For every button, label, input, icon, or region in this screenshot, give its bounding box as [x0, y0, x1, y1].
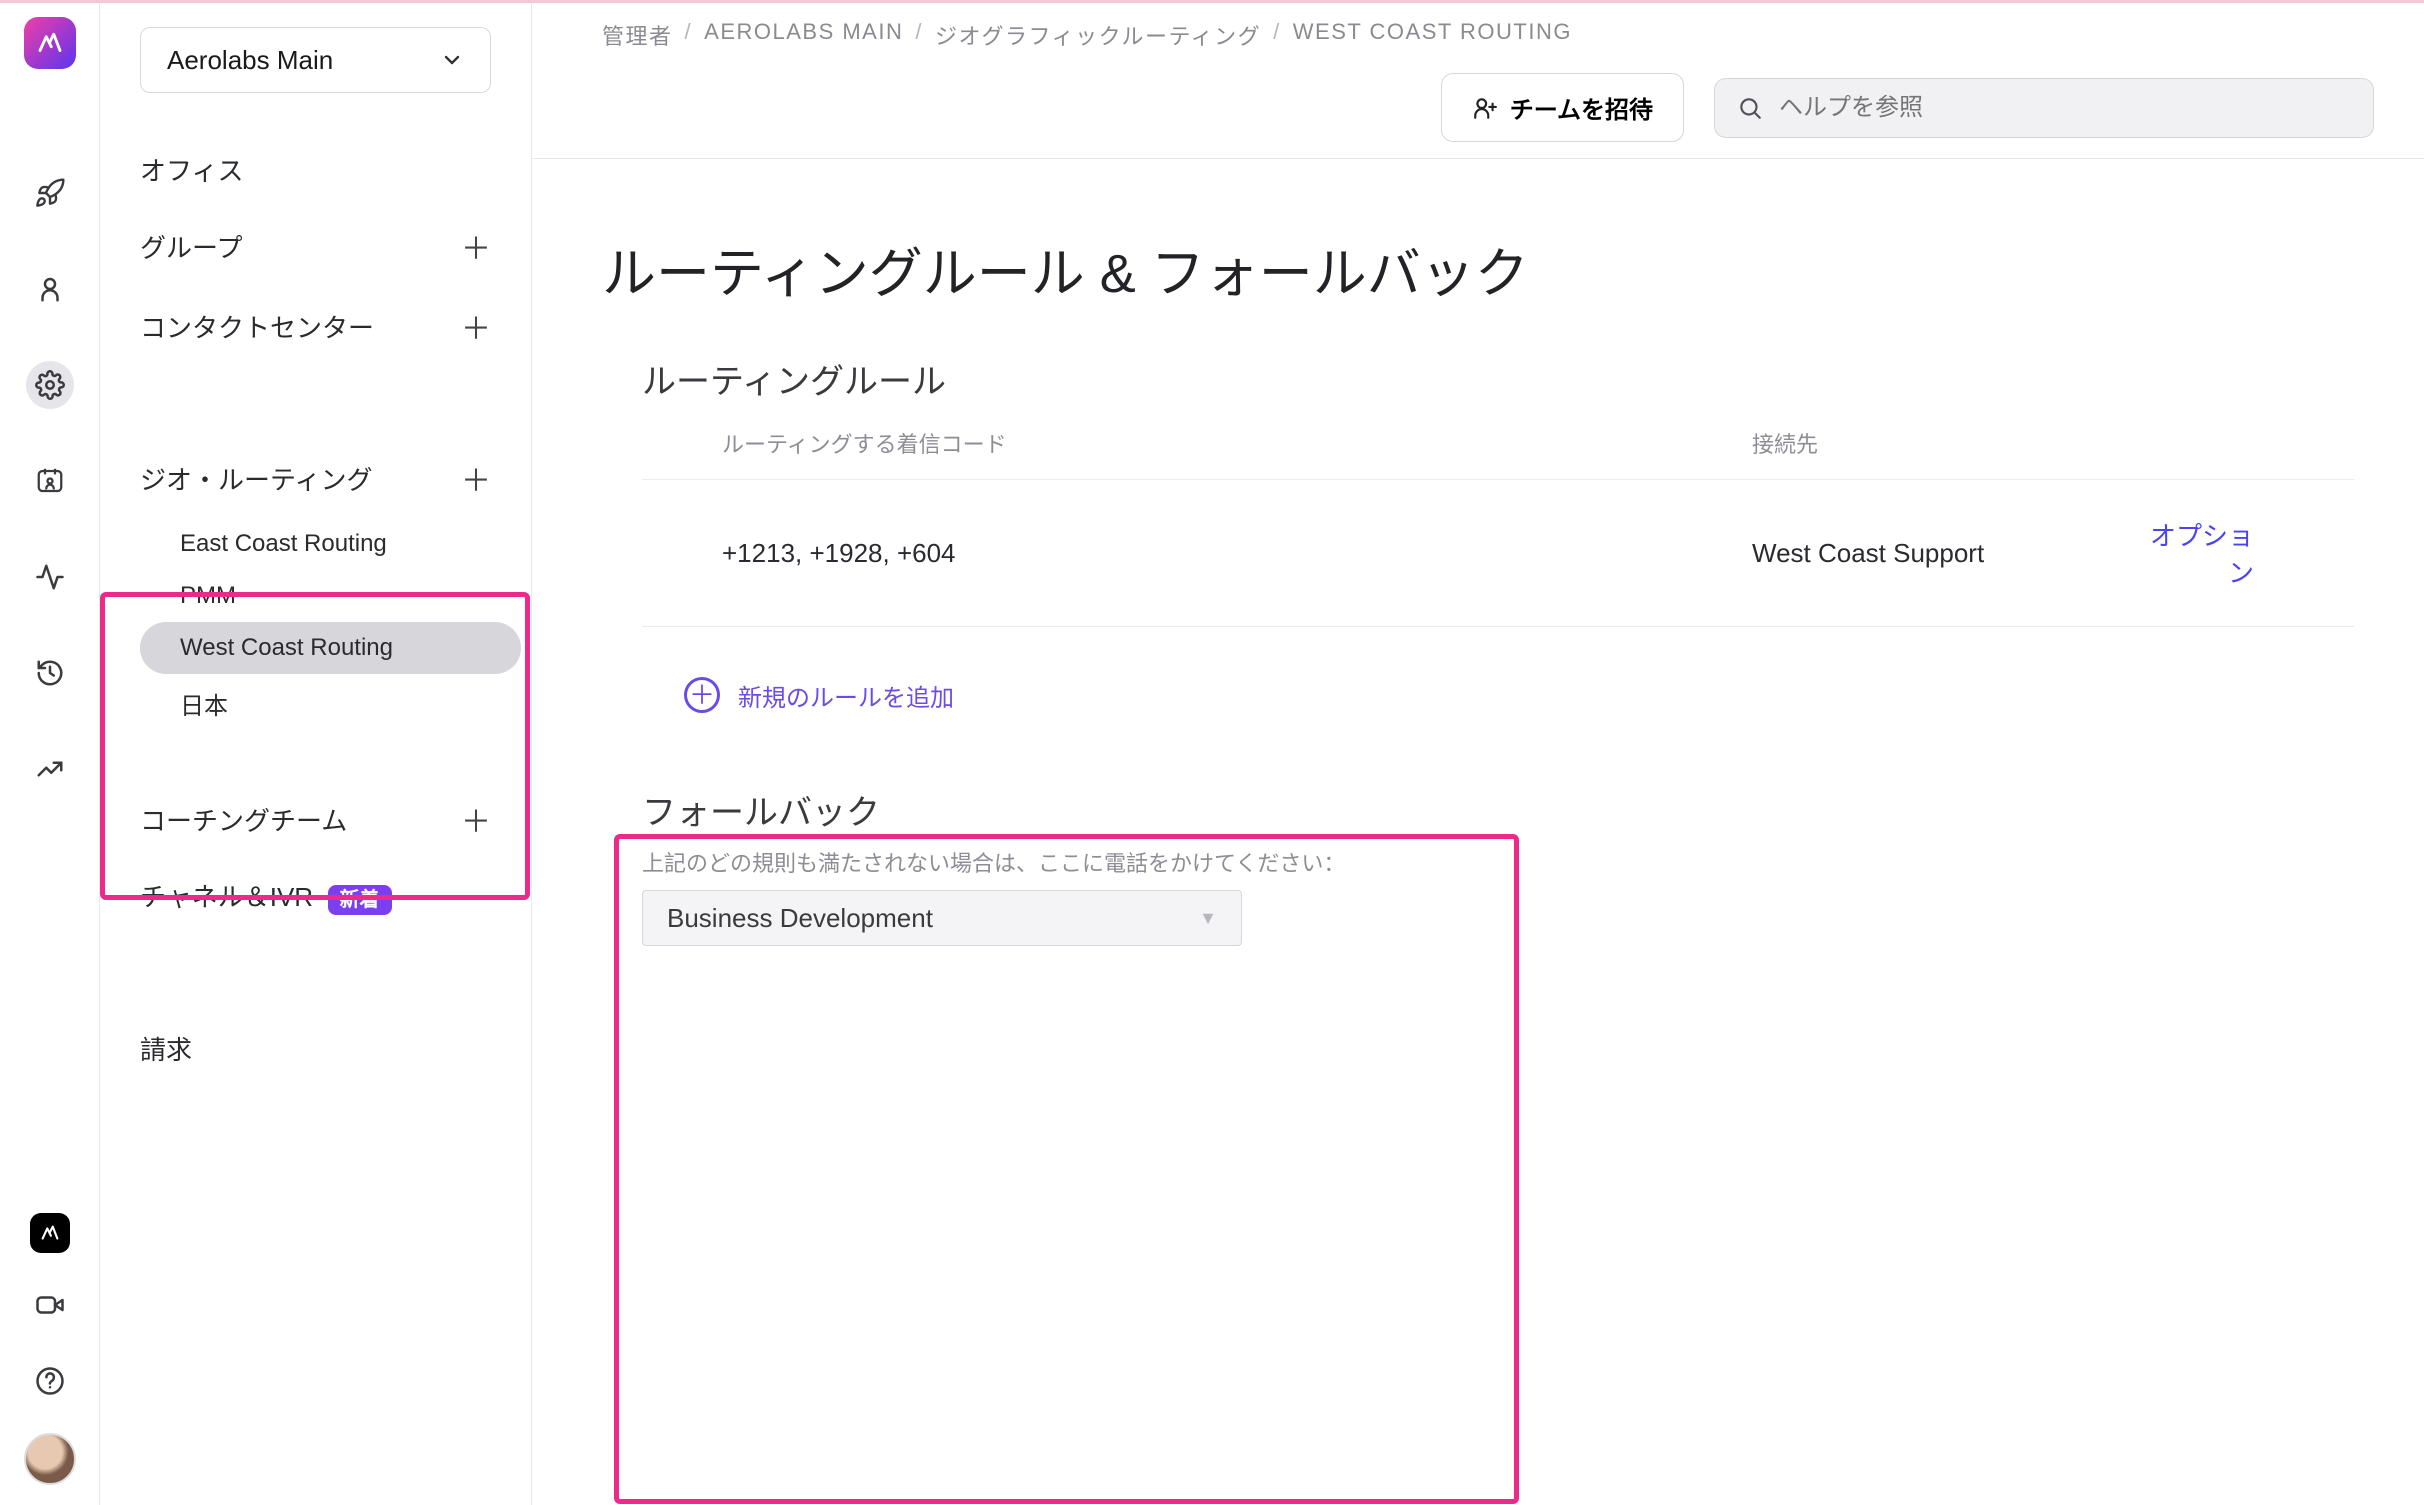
settings-icon[interactable] [26, 361, 74, 409]
nav-panel: Aerolabs Main オフィス グループ ＋ コンタクトセンター ＋ ジオ… [100, 3, 532, 1505]
geo-routing-item[interactable]: PMM [140, 570, 521, 622]
main: 管理者 / AEROLABS MAIN / ジオグラフィックルーティング / WEST CO… [532, 3, 2424, 1505]
fallback-hint: 上記のどの規則も満たされない場合は、ここに電話をかけてください： [642, 846, 2354, 878]
caret-down-icon: ▼ [1199, 908, 1217, 929]
calendar-person-icon[interactable] [26, 457, 74, 505]
plus-icon[interactable]: ＋ [461, 304, 491, 348]
nav-channels-ivr[interactable]: チャネル＆IVR 新着 [110, 859, 521, 932]
help-icon[interactable] [26, 1357, 74, 1405]
breadcrumb-separator: / [915, 19, 923, 51]
breadcrumb-separator: / [685, 19, 693, 51]
rule-codes: +1213, +1928, +604 [722, 538, 1752, 569]
fallback-select[interactable]: Business Development ▼ [642, 890, 1242, 946]
geo-routing-item[interactable]: West Coast Routing [140, 622, 521, 674]
col-codes-label: ルーティングする着信コード [722, 427, 1752, 459]
nav-groups[interactable]: グループ ＋ [110, 206, 521, 286]
help-search-input[interactable] [1779, 94, 2351, 122]
plus-circle-icon: ＋ [684, 677, 720, 713]
trending-icon[interactable] [26, 745, 74, 793]
breadcrumb: 管理者 / AEROLABS MAIN / ジオグラフィックルーティング / WEST CO… [602, 19, 2374, 51]
rule-row: +1213, +1928, +604West Coast Support オプショ… [642, 480, 2354, 627]
breadcrumb-segment[interactable]: 管理者 [602, 19, 673, 51]
nav-billing[interactable]: 請求 [110, 1012, 521, 1085]
geo-routing-item[interactable]: East Coast Routing [140, 518, 521, 570]
rocket-icon[interactable] [26, 169, 74, 217]
breadcrumb-segment[interactable]: WEST COAST ROUTING [1293, 19, 1572, 51]
nav-geo-routing[interactable]: ジオ・ルーティング ＋ [110, 438, 521, 518]
geo-routing-children: East Coast RoutingPMMWest Coast Routing日… [110, 518, 521, 733]
plus-icon[interactable]: ＋ [461, 224, 491, 268]
fallback-title: フォールバック [642, 785, 2354, 834]
col-dest-label: 接続先 [1752, 427, 2132, 459]
workspace-name: Aerolabs Main [167, 45, 333, 76]
brand-logo[interactable] [24, 17, 76, 69]
topbar: 管理者 / AEROLABS MAIN / ジオグラフィックルーティング / WEST CO… [532, 3, 2424, 159]
workspace-select[interactable]: Aerolabs Main [140, 27, 491, 93]
add-rule-button[interactable]: ＋ 新規のルールを追加 [684, 677, 2354, 713]
help-search[interactable] [1714, 78, 2374, 138]
breadcrumb-segment[interactable]: AEROLABS MAIN [704, 19, 903, 51]
new-badge: 新着 [328, 885, 392, 915]
chevron-down-icon [440, 48, 464, 72]
user-plus-icon [1472, 95, 1498, 121]
icon-rail [0, 3, 100, 1505]
mini-brand-icon[interactable] [30, 1213, 70, 1253]
content: ルーティングルール & フォールバック ルーティングルール ルーティングする着信… [532, 159, 2424, 946]
video-icon[interactable] [26, 1281, 74, 1329]
rules-section-title: ルーティングルール [642, 354, 2354, 403]
breadcrumb-segment[interactable]: ジオグラフィックルーティング [935, 19, 1261, 51]
rules-table-head: ルーティングする着信コード 接続先 [642, 427, 2354, 480]
history-icon[interactable] [26, 649, 74, 697]
rule-option-link[interactable]: オプション [2150, 521, 2254, 588]
nav-coaching[interactable]: コーチングチーム ＋ [110, 779, 521, 859]
plus-icon[interactable]: ＋ [461, 456, 491, 500]
plus-icon[interactable]: ＋ [461, 797, 491, 841]
page-title: ルーティングルール & フォールバック [602, 229, 2354, 308]
fallback-section: フォールバック 上記のどの規則も満たされない場合は、ここに電話をかけてください：… [642, 785, 2354, 946]
activity-icon[interactable] [26, 553, 74, 601]
nav-contact-center[interactable]: コンタクトセンター ＋ [110, 286, 521, 366]
geo-routing-item[interactable]: 日本 [140, 674, 521, 733]
user-icon[interactable] [26, 265, 74, 313]
nav-offices[interactable]: オフィス [110, 133, 521, 206]
rule-dest: West Coast Support [1752, 538, 2132, 569]
search-icon [1737, 95, 1763, 121]
avatar[interactable] [24, 1433, 76, 1485]
fallback-selected-value: Business Development [667, 903, 933, 934]
breadcrumb-separator: / [1273, 19, 1281, 51]
invite-team-button[interactable]: チームを招待 [1441, 73, 1684, 142]
